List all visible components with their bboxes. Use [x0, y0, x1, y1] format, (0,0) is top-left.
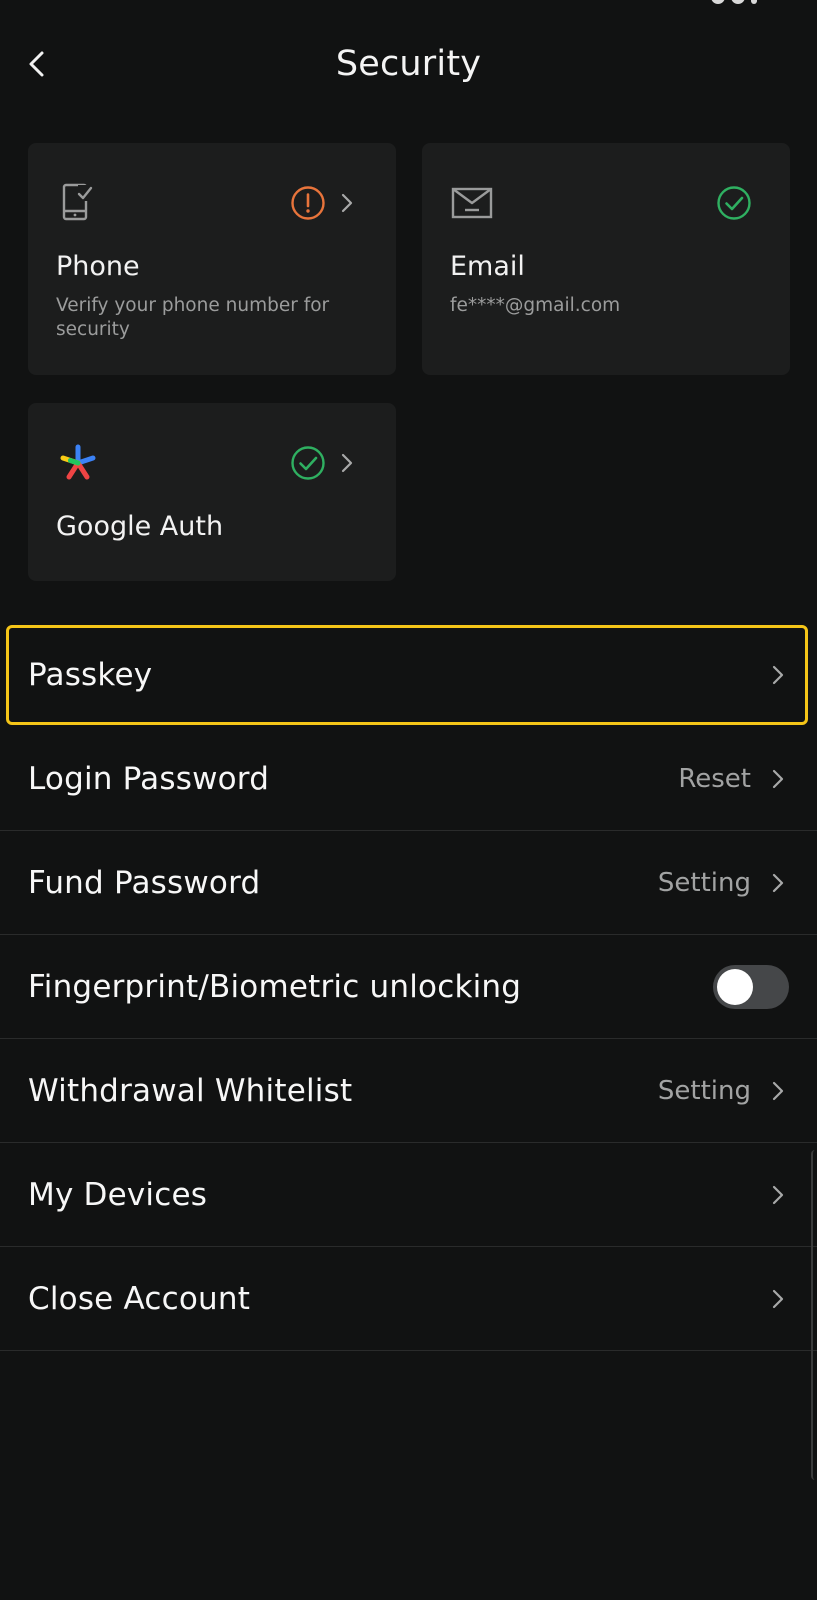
chevron-right-icon [341, 453, 353, 473]
passkey-row[interactable]: Passkey [0, 623, 817, 727]
google-auth-card[interactable]: Google Auth [28, 403, 396, 581]
phone-card[interactable]: Phone Verify your phone number for secur… [28, 143, 396, 375]
scrollbar[interactable] [811, 1150, 817, 1480]
withdrawal-whitelist-label: Withdrawal Whitelist [28, 1073, 353, 1109]
my-devices-label: My Devices [28, 1177, 208, 1213]
security-settings-list: Passkey Login Password Reset Fund Passwo… [0, 623, 817, 1351]
check-circle-icon [717, 186, 751, 220]
page-title: Security [335, 44, 482, 84]
login-password-value: Reset [678, 764, 751, 794]
fund-password-row[interactable]: Fund Password Setting [0, 831, 817, 935]
withdrawal-whitelist-value: Setting [657, 1076, 751, 1106]
biometric-row: Fingerprint/Biometric unlocking [0, 935, 817, 1039]
login-password-row[interactable]: Login Password Reset [0, 727, 817, 831]
chevron-right-icon [772, 873, 784, 893]
warning-circle-icon [291, 186, 325, 220]
toggle-knob [717, 969, 753, 1005]
envelope-icon [451, 187, 493, 219]
chevron-right-icon [341, 193, 353, 213]
chevron-right-icon [772, 1081, 784, 1101]
close-account-row[interactable]: Close Account [0, 1247, 817, 1351]
chevron-right-icon [772, 1185, 784, 1205]
header: Security [0, 30, 817, 100]
close-account-label: Close Account [28, 1281, 251, 1317]
email-card-subtitle: fe****@gmail.com [450, 295, 621, 316]
biometric-label: Fingerprint/Biometric unlocking [28, 969, 522, 1005]
phone-check-icon [62, 183, 93, 221]
check-circle-icon [291, 446, 325, 480]
security-screen: Security Phone Verify your phone number … [0, 0, 817, 1600]
biometric-toggle[interactable] [713, 965, 789, 1009]
email-card-title: Email [450, 251, 525, 282]
chevron-right-icon [772, 1289, 784, 1309]
withdrawal-whitelist-row[interactable]: Withdrawal Whitelist Setting [0, 1039, 817, 1143]
my-devices-row[interactable]: My Devices [0, 1143, 817, 1247]
google-auth-card-title: Google Auth [56, 511, 224, 542]
phone-card-title: Phone [56, 251, 140, 282]
chevron-right-icon [772, 665, 784, 685]
chevron-right-icon [772, 769, 784, 789]
login-password-label: Login Password [28, 761, 270, 797]
passkey-label: Passkey [28, 657, 153, 693]
fund-password-label: Fund Password [28, 865, 261, 901]
phone-card-subtitle: Verify your phone number for security [56, 295, 330, 340]
google-authenticator-icon [60, 444, 96, 480]
status-bar-icons [711, 0, 757, 4]
fund-password-value: Setting [657, 868, 751, 898]
email-card[interactable]: Email fe****@gmail.com [422, 143, 790, 375]
